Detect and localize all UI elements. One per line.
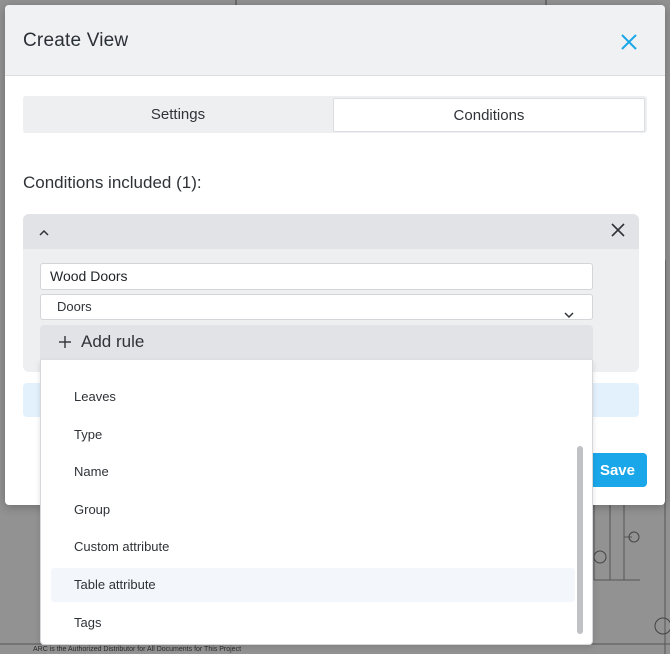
category-select[interactable]: Doors bbox=[40, 294, 593, 320]
condition-card: Wood Doors Doors Add rule bbox=[23, 214, 639, 372]
plus-icon bbox=[59, 335, 71, 348]
rule-option-group[interactable]: Group bbox=[51, 493, 575, 527]
category-select-value: Doors bbox=[57, 299, 92, 314]
drawing-footer-text: ARC is the Authorized Distributor for Al… bbox=[33, 646, 242, 653]
add-rule-button[interactable]: Add rule bbox=[40, 325, 593, 360]
modal-title: Create View bbox=[23, 30, 129, 51]
rule-option-tags[interactable]: Tags bbox=[51, 606, 575, 640]
add-rule-label: Add rule bbox=[81, 332, 145, 351]
tab-conditions[interactable]: Conditions bbox=[333, 98, 645, 132]
rule-option-custom-attribute[interactable]: Custom attribute bbox=[51, 530, 575, 564]
condition-name-input[interactable]: Wood Doors bbox=[40, 263, 593, 290]
condition-card-header bbox=[23, 214, 639, 249]
close-icon[interactable] bbox=[619, 32, 639, 52]
dropdown-scrollbar[interactable] bbox=[577, 446, 583, 634]
rule-option-leaves[interactable]: Leaves bbox=[51, 380, 575, 414]
conditions-heading: Conditions included (1): bbox=[23, 173, 202, 192]
rule-option-name[interactable]: Name bbox=[51, 455, 575, 489]
modal-header: Create View bbox=[5, 5, 665, 76]
remove-condition-icon[interactable] bbox=[610, 222, 626, 238]
collapse-chevron-icon[interactable] bbox=[39, 225, 49, 236]
rule-type-dropdown: Leaves Type Name Group Custom attribute … bbox=[40, 360, 593, 645]
rule-option-type[interactable]: Type bbox=[51, 418, 575, 452]
chevron-down-icon bbox=[564, 303, 574, 319]
view-tabs: Settings Conditions bbox=[23, 96, 647, 133]
tab-settings[interactable]: Settings bbox=[23, 96, 333, 133]
rule-option-table-attribute[interactable]: Table attribute bbox=[51, 568, 575, 602]
